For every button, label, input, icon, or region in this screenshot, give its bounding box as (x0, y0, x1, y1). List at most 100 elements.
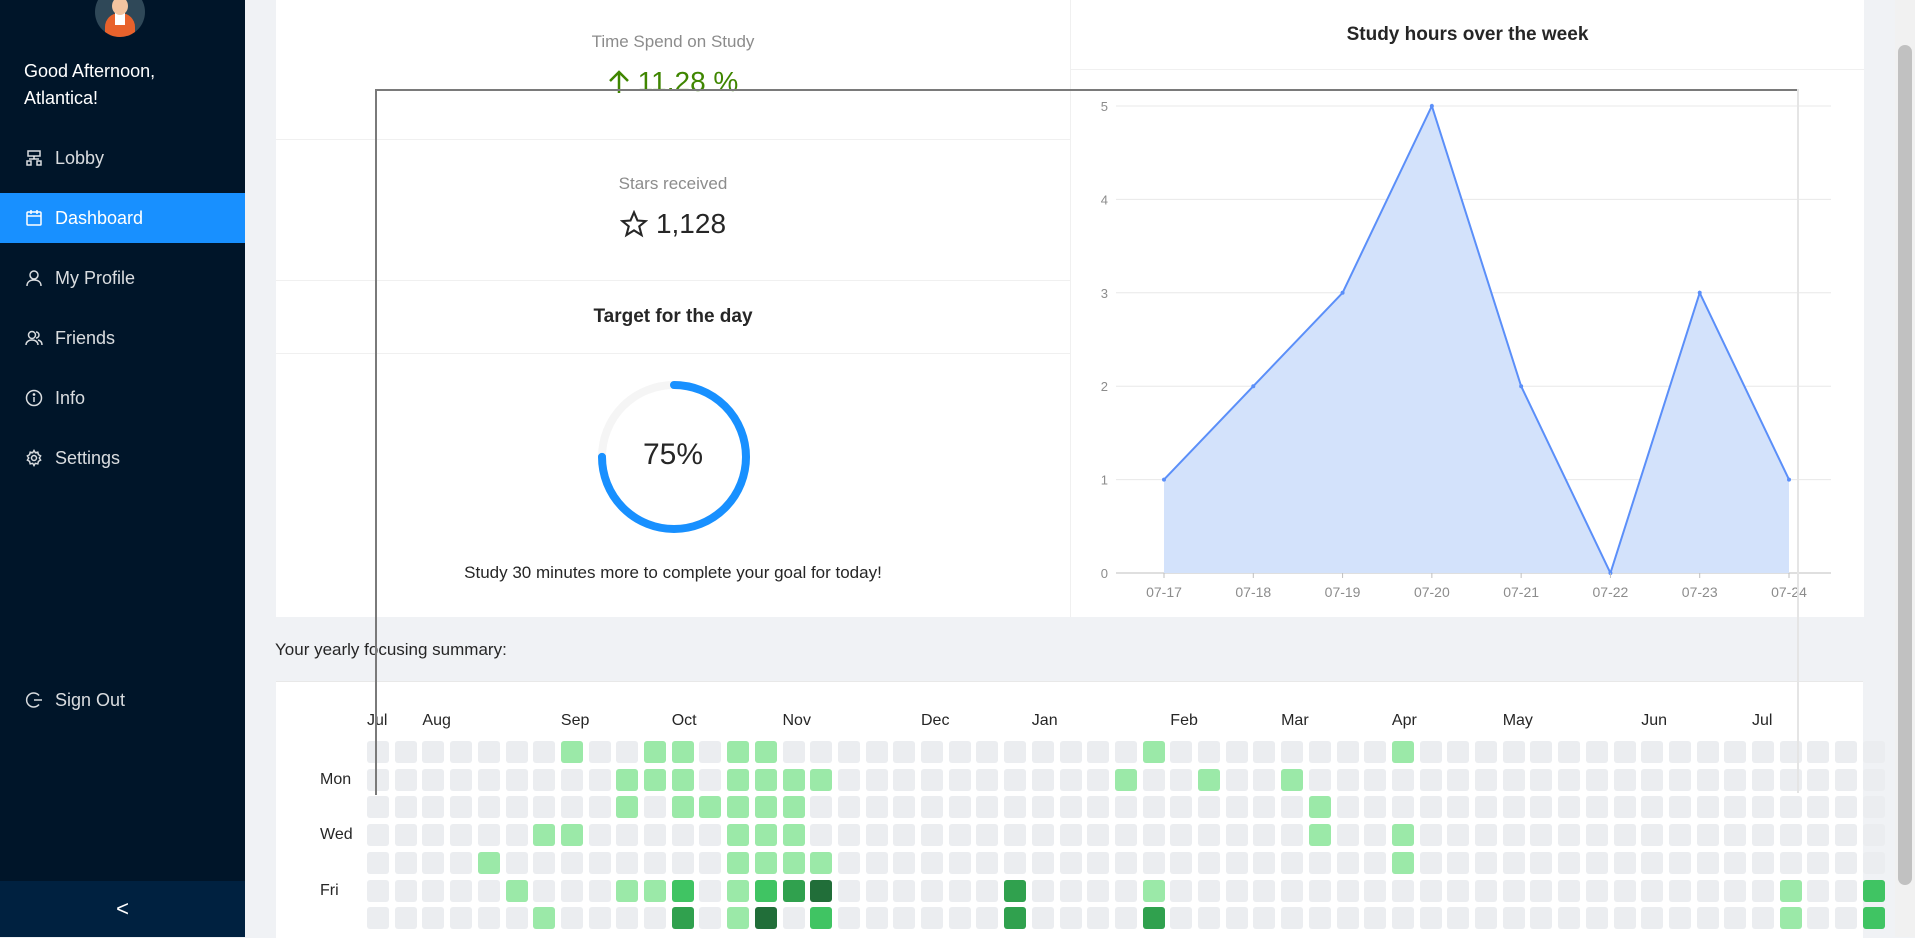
heatmap-cell[interactable] (948, 907, 971, 930)
heatmap-cell[interactable] (1004, 907, 1027, 930)
heatmap-cell[interactable] (1059, 851, 1082, 874)
heatmap-cell[interactable] (1336, 879, 1359, 902)
heatmap-cell[interactable] (588, 768, 611, 791)
heatmap-cell[interactable] (1613, 907, 1636, 930)
heatmap-cell[interactable] (1198, 741, 1220, 763)
heatmap-cell[interactable] (1862, 796, 1885, 819)
heatmap-cell[interactable] (505, 796, 528, 819)
sidebar-item-friends[interactable]: Friends (0, 313, 245, 363)
heatmap-cell[interactable] (865, 768, 888, 791)
heatmap-cell[interactable] (865, 796, 888, 819)
heatmap-cell[interactable] (1170, 741, 1193, 763)
heatmap-cell[interactable] (810, 851, 833, 874)
heatmap-cell[interactable] (1253, 824, 1276, 847)
chart-point[interactable] (1162, 477, 1166, 482)
heatmap-cell[interactable] (1475, 824, 1497, 847)
heatmap-cell[interactable] (1502, 824, 1525, 847)
heatmap-cell[interactable] (1613, 879, 1636, 902)
heatmap-cell[interactable] (1253, 879, 1276, 902)
heatmap-cell[interactable] (1835, 907, 1858, 930)
heatmap-cell[interactable] (671, 851, 694, 874)
heatmap-cell[interactable] (1835, 741, 1858, 763)
heatmap-cell[interactable] (1447, 796, 1470, 819)
heatmap-cell[interactable] (837, 907, 860, 930)
heatmap-cell[interactable] (1752, 824, 1774, 847)
heatmap-cell[interactable] (1391, 768, 1414, 791)
heatmap-cell[interactable] (1391, 907, 1414, 930)
heatmap-cell[interactable] (810, 907, 833, 930)
heatmap-cell[interactable] (1696, 796, 1719, 819)
heatmap-cell[interactable] (1170, 824, 1193, 847)
heatmap-cell[interactable] (1142, 824, 1165, 847)
heatmap-cell[interactable] (921, 824, 943, 847)
heatmap-cell[interactable] (1475, 879, 1497, 902)
heatmap-cell[interactable] (1142, 879, 1165, 902)
heatmap-cell[interactable] (1170, 768, 1193, 791)
heatmap-cell[interactable] (367, 768, 389, 791)
heatmap-cell[interactable] (948, 796, 971, 819)
heatmap-cell[interactable] (1364, 879, 1387, 902)
heatmap-cell[interactable] (1530, 824, 1553, 847)
heatmap-cell[interactable] (1641, 824, 1664, 847)
heatmap-cell[interactable] (1752, 879, 1774, 902)
chart-point[interactable] (1340, 290, 1345, 295)
heatmap-cell[interactable] (837, 851, 860, 874)
heatmap-cell[interactable] (1198, 851, 1220, 874)
heatmap-cell[interactable] (699, 796, 722, 819)
heatmap-cell[interactable] (560, 796, 583, 819)
heatmap-cell[interactable] (616, 741, 639, 763)
heatmap-cell[interactable] (810, 879, 833, 902)
heatmap-cell[interactable] (560, 824, 583, 847)
heatmap-cell[interactable] (1724, 879, 1747, 902)
heatmap-cell[interactable] (948, 851, 971, 874)
heatmap-cell[interactable] (1336, 796, 1359, 819)
heatmap-cell[interactable] (699, 824, 722, 847)
heatmap-cell[interactable] (450, 824, 473, 847)
heatmap-cell[interactable] (727, 879, 750, 902)
heatmap-cell[interactable] (1031, 768, 1054, 791)
heatmap-cell[interactable] (533, 741, 556, 763)
sidebar-item-lobby[interactable]: Lobby (0, 133, 245, 183)
heatmap-cell[interactable] (533, 907, 556, 930)
heatmap-cell[interactable] (1004, 796, 1027, 819)
heatmap-cell[interactable] (1142, 907, 1165, 930)
heatmap-cell[interactable] (1696, 879, 1719, 902)
heatmap-cell[interactable] (588, 851, 611, 874)
heatmap-cell[interactable] (450, 741, 473, 763)
heatmap-cell[interactable] (560, 879, 583, 902)
heatmap-cell[interactable] (1114, 768, 1137, 791)
heatmap-cell[interactable] (1198, 768, 1220, 791)
heatmap-cell[interactable] (948, 879, 971, 902)
heatmap-cell[interactable] (1253, 768, 1276, 791)
heatmap-cell[interactable] (671, 879, 694, 902)
heatmap-cell[interactable] (1502, 796, 1525, 819)
heatmap-cell[interactable] (1447, 851, 1470, 874)
heatmap-cell[interactable] (865, 741, 888, 763)
heatmap-cell[interactable] (505, 768, 528, 791)
heatmap-cell[interactable] (837, 879, 860, 902)
heatmap-cell[interactable] (1031, 879, 1054, 902)
heatmap-cell[interactable] (1364, 768, 1387, 791)
heatmap-cell[interactable] (1253, 907, 1276, 930)
heatmap-cell[interactable] (754, 824, 777, 847)
heatmap-cell[interactable] (837, 796, 860, 819)
heatmap-cell[interactable] (1585, 851, 1608, 874)
heatmap-cell[interactable] (422, 824, 445, 847)
heatmap-cell[interactable] (782, 879, 805, 902)
heatmap-cell[interactable] (1336, 824, 1359, 847)
heatmap-cell[interactable] (1114, 824, 1137, 847)
heatmap-cell[interactable] (588, 796, 611, 819)
heatmap-cell[interactable] (1364, 741, 1387, 763)
heatmap-cell[interactable] (644, 851, 666, 874)
heatmap-cell[interactable] (948, 741, 971, 763)
heatmap-cell[interactable] (1558, 879, 1581, 902)
heatmap-cell[interactable] (1558, 741, 1581, 763)
heatmap-cell[interactable] (367, 796, 389, 819)
heatmap-cell[interactable] (588, 879, 611, 902)
heatmap-cell[interactable] (837, 824, 860, 847)
heatmap-cell[interactable] (477, 879, 500, 902)
heatmap-cell[interactable] (948, 768, 971, 791)
heatmap-cell[interactable] (1364, 851, 1387, 874)
chart-point[interactable] (1519, 384, 1524, 389)
heatmap-cell[interactable] (1114, 907, 1137, 930)
